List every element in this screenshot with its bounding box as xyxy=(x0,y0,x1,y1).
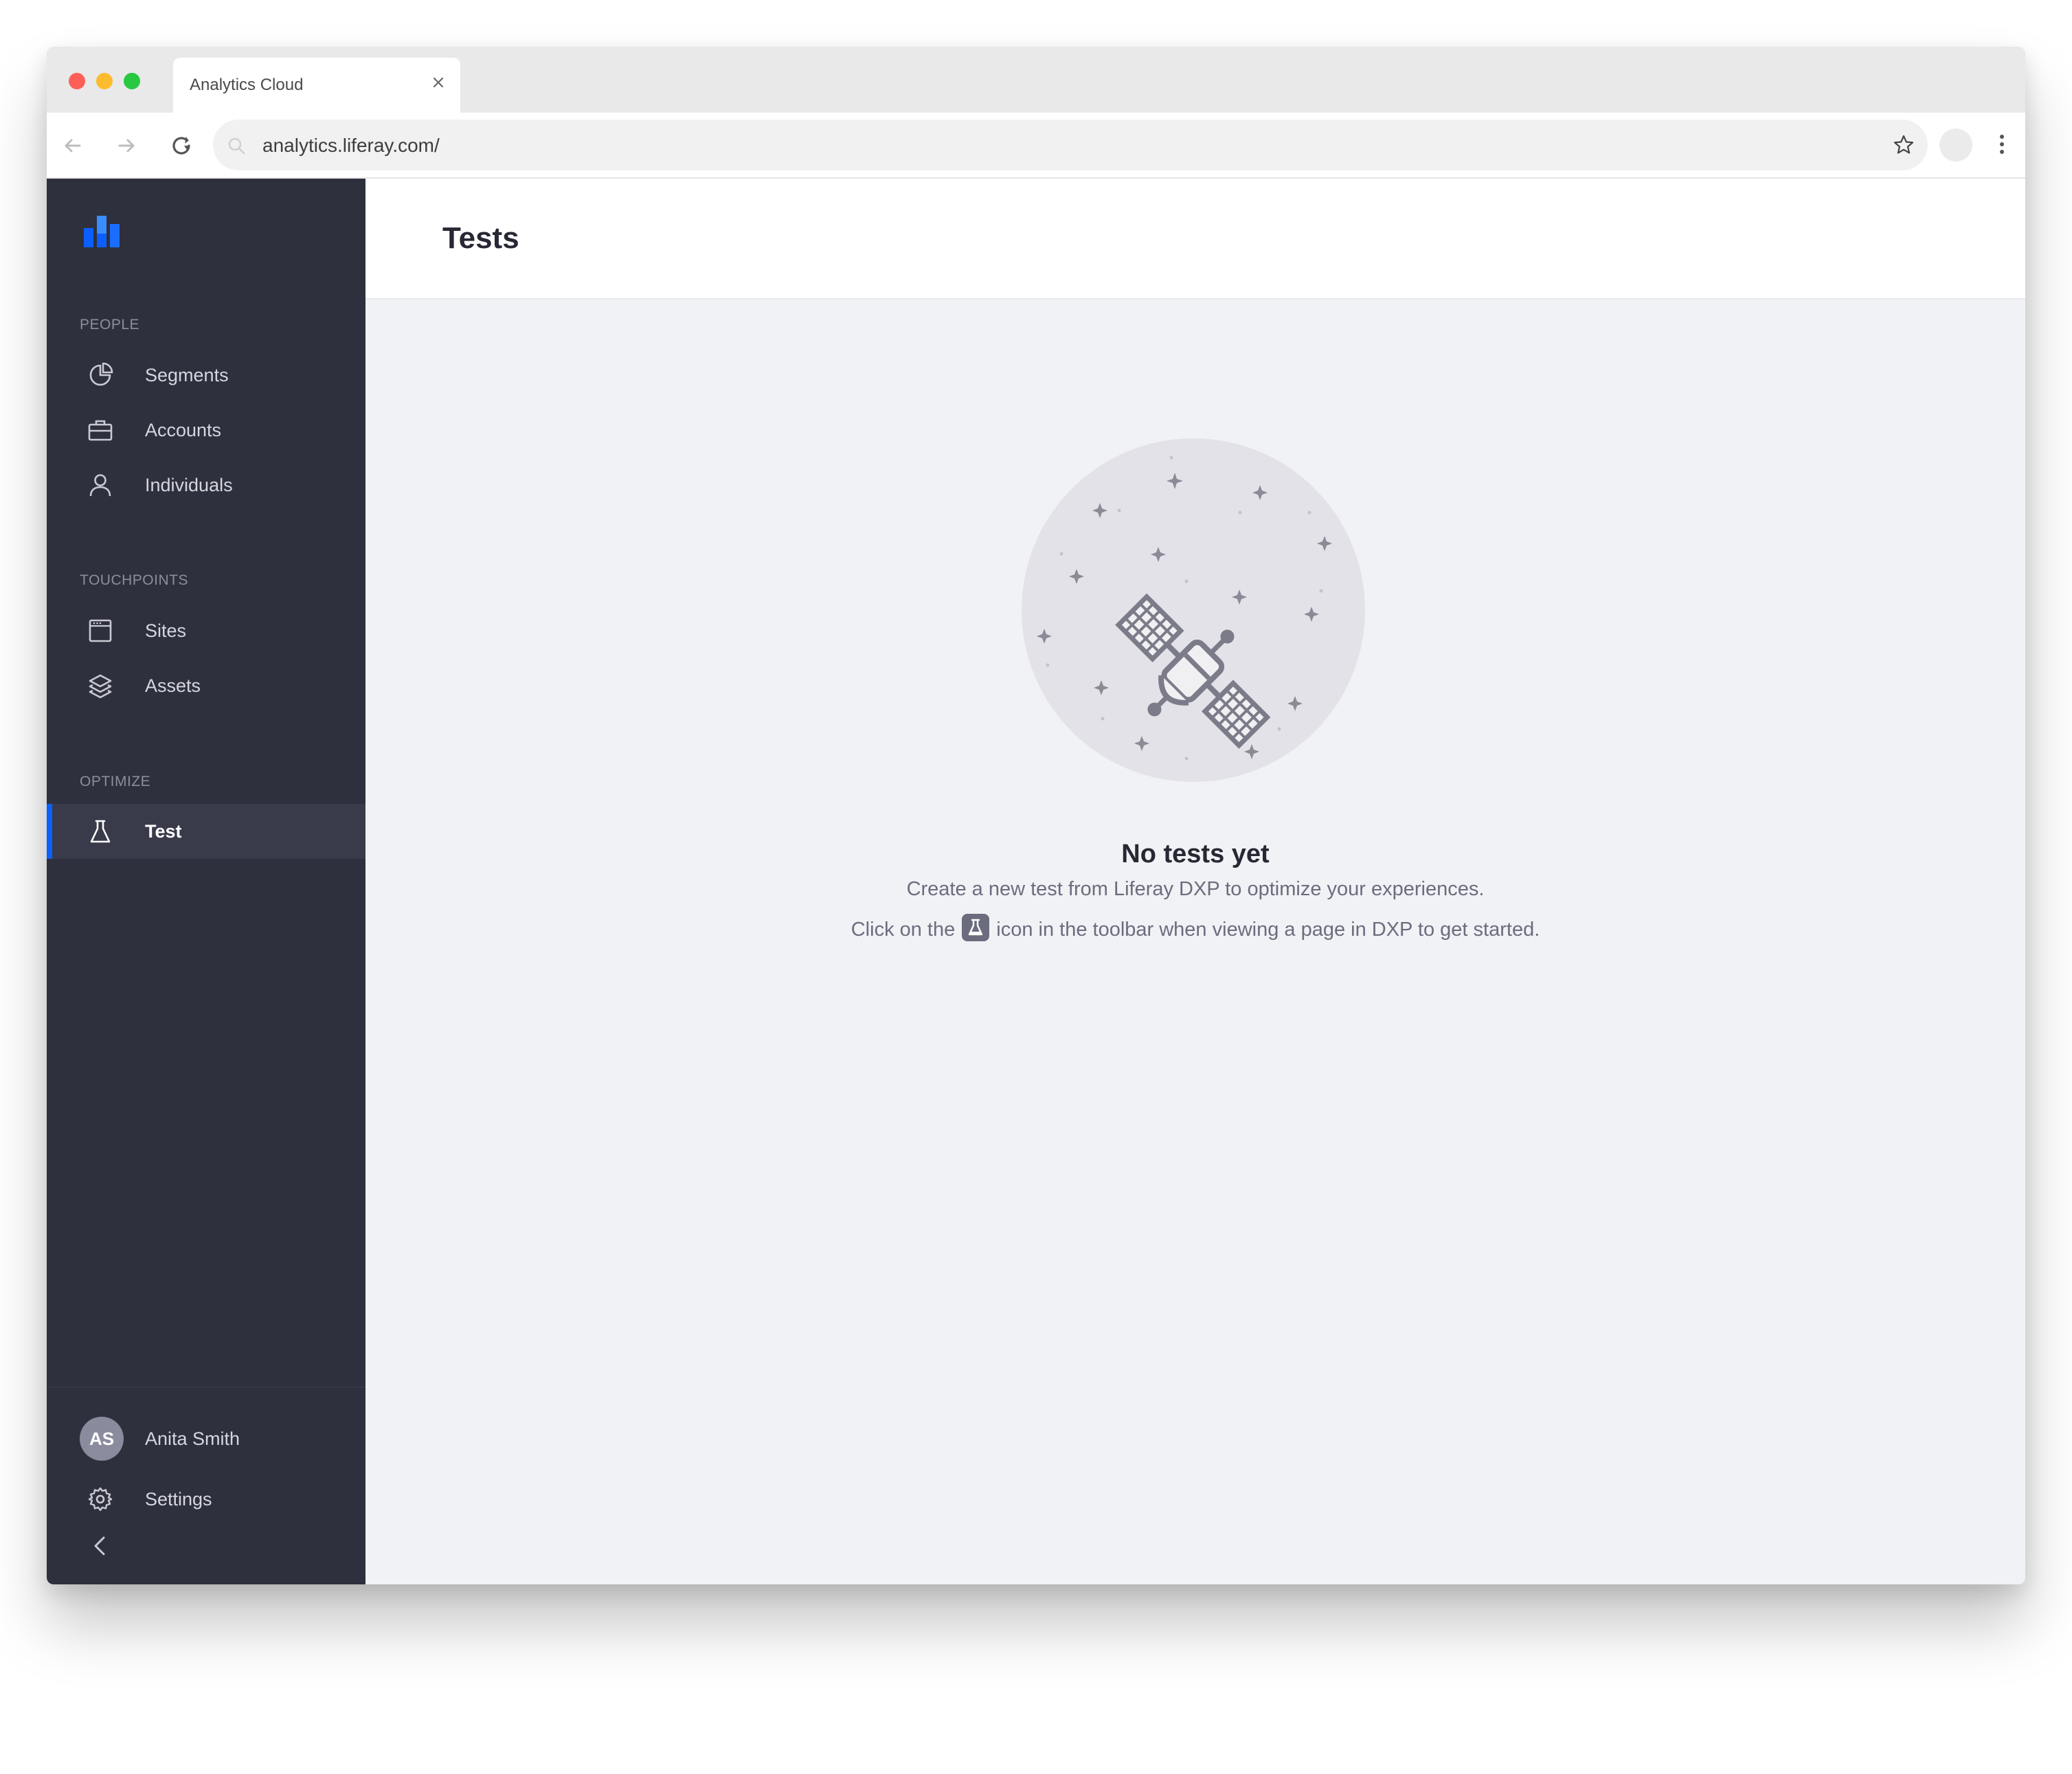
search-icon xyxy=(228,137,245,155)
sidebar-item-label: Individuals xyxy=(145,474,233,495)
bookmark-star-icon[interactable] xyxy=(1892,133,1915,157)
sidebar-item-label: Assets xyxy=(145,675,201,696)
address-bar[interactable]: analytics.liferay.com/ xyxy=(213,120,1928,170)
collapse-sidebar-chevron-icon[interactable] xyxy=(88,1534,113,1558)
pie-chart-icon xyxy=(89,362,113,386)
sidebar-item-label: Test xyxy=(145,820,182,842)
layers-icon xyxy=(89,674,112,699)
browser-menu-icon[interactable] xyxy=(1998,132,2006,159)
flask-icon xyxy=(90,820,111,843)
tab-title: Analytics Cloud xyxy=(190,76,304,94)
browser-toolbar: analytics.liferay.com/ xyxy=(47,113,2025,179)
profile-avatar[interactable] xyxy=(1939,128,1972,161)
sidebar-item-assets[interactable]: Assets xyxy=(47,658,365,713)
user-avatar[interactable]: AS xyxy=(80,1417,124,1461)
empty-state-description: Create a new test from Liferay DXP to op… xyxy=(906,878,1485,900)
instruction-text-before: Click on the xyxy=(851,919,956,941)
briefcase-icon xyxy=(88,420,113,441)
section-label-optimize: OPTIMIZE xyxy=(80,774,151,789)
sidebar-item-label: Settings xyxy=(145,1488,212,1509)
close-tab-icon[interactable] xyxy=(429,73,448,92)
sidebar-item-label: Segments xyxy=(145,364,229,385)
main-content: Tests No tests yet Create a new test fro… xyxy=(365,179,2025,1584)
page-title: Tests xyxy=(442,221,519,255)
instruction-text-after: icon in the toolbar when viewing a page … xyxy=(996,919,1540,941)
sidebar-item-label: Accounts xyxy=(145,419,222,440)
section-label-touchpoints: TOUCHPOINTS xyxy=(80,572,188,588)
analytics-logo-icon[interactable] xyxy=(84,216,120,247)
user-name[interactable]: Anita Smith xyxy=(145,1428,240,1450)
section-label-people: PEOPLE xyxy=(80,317,140,333)
satellite-illustration-icon xyxy=(1022,438,1365,782)
reload-icon[interactable] xyxy=(168,132,195,159)
sidebar-item-sites[interactable]: Sites xyxy=(47,603,365,658)
maximize-window-button[interactable] xyxy=(124,73,140,89)
sidebar-item-segments[interactable]: Segments xyxy=(47,348,365,403)
url-text: analytics.liferay.com/ xyxy=(262,135,440,156)
sidebar-item-settings[interactable]: Settings xyxy=(47,1472,365,1527)
sidebar-divider xyxy=(47,1386,365,1388)
empty-state-title: No tests yet xyxy=(1121,840,1270,868)
browser-tab[interactable]: Analytics Cloud xyxy=(173,58,460,113)
tab-strip: Analytics Cloud xyxy=(47,47,2025,113)
minimize-window-button[interactable] xyxy=(96,73,113,89)
close-window-button[interactable] xyxy=(69,73,85,89)
sidebar-item-label: Sites xyxy=(145,620,187,641)
forward-arrow-icon[interactable] xyxy=(113,132,140,159)
back-arrow-icon[interactable] xyxy=(59,132,87,159)
browser-window: Analytics Cloud analytics.liferay.com/ P… xyxy=(47,47,2025,1584)
sidebar: PEOPLE Segments Accounts Individuals TOU… xyxy=(47,179,365,1584)
user-icon xyxy=(89,474,111,497)
flask-icon xyxy=(962,914,990,942)
browser-window-icon xyxy=(89,619,112,642)
sidebar-item-individuals[interactable]: Individuals xyxy=(47,458,365,513)
sidebar-item-test[interactable]: Test xyxy=(47,804,365,859)
empty-state-instruction: Click on the icon in the toolbar when vie… xyxy=(365,914,2025,942)
gear-icon xyxy=(88,1487,113,1512)
page-header: Tests xyxy=(365,179,2025,300)
sidebar-item-accounts[interactable]: Accounts xyxy=(47,403,365,458)
app: PEOPLE Segments Accounts Individuals TOU… xyxy=(47,179,2025,1584)
